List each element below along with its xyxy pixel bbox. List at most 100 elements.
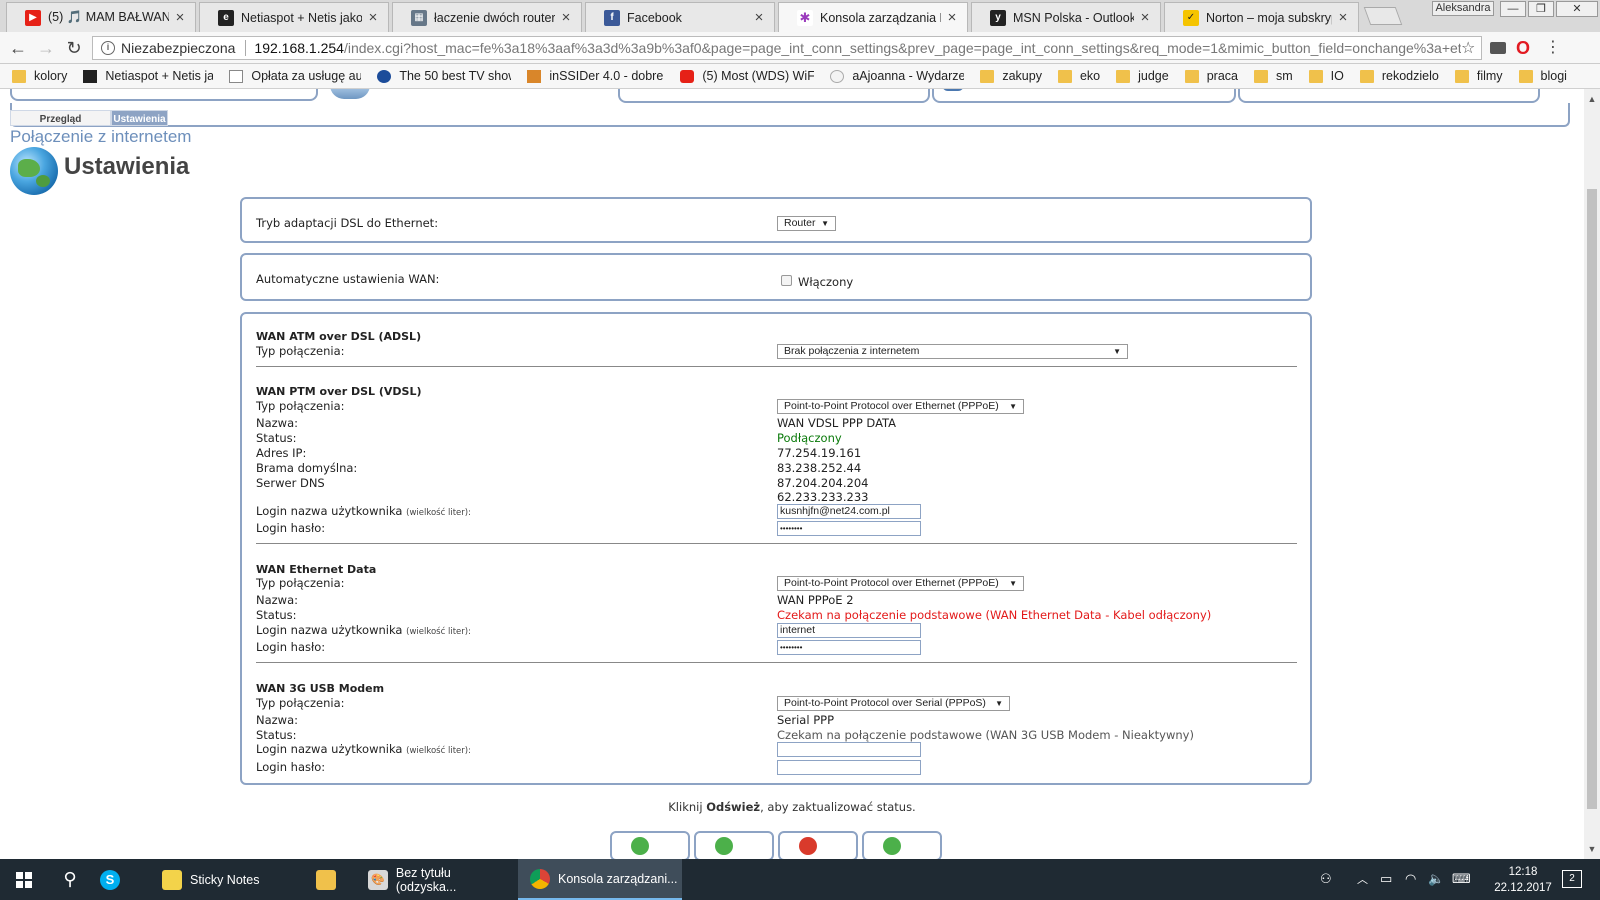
profile-button[interactable]: Aleksandra xyxy=(1432,1,1494,16)
page-icon xyxy=(229,69,244,83)
dsl-mode-select[interactable]: Router ▼ xyxy=(777,216,836,231)
scroll-down-icon[interactable]: ▼ xyxy=(1584,841,1600,857)
netia-icon xyxy=(83,69,98,83)
wifi-icon[interactable]: ◠ xyxy=(1405,871,1416,887)
people-icon[interactable]: ⚇ xyxy=(1320,871,1332,887)
nav-section-box[interactable] xyxy=(618,89,930,103)
vdsl-conn-type-select[interactable]: Point-to-Point Protocol over Ethernet (P… xyxy=(777,399,1024,414)
usb-login-input[interactable] xyxy=(777,742,921,757)
skype-button[interactable]: S xyxy=(100,859,128,900)
close-icon[interactable]: × xyxy=(1138,9,1152,26)
bookmark-blogi[interactable]: blogi xyxy=(1518,69,1567,83)
eth-status-label: Status: xyxy=(256,608,297,622)
bookmark-zakupy[interactable]: zakupy xyxy=(980,69,1042,83)
scroll-thumb[interactable] xyxy=(1587,189,1597,809)
folder-icon xyxy=(1454,69,1469,83)
bookmark-netiaspot[interactable]: Netiaspot + Netis jak xyxy=(83,69,213,83)
file-explorer-button[interactable] xyxy=(310,859,344,900)
action-button-3[interactable] xyxy=(778,831,858,859)
start-button[interactable] xyxy=(0,859,48,900)
menu-icon[interactable]: ⋮ xyxy=(1544,39,1562,57)
adsl-conn-type-select[interactable]: Brak połączenia z internetem ▼ xyxy=(777,344,1128,359)
taskbar-sticky-notes[interactable]: Sticky Notes xyxy=(150,859,300,900)
action-button-1[interactable] xyxy=(610,831,690,859)
bookmark-praca[interactable]: praca xyxy=(1184,69,1238,83)
nav-section-box[interactable] xyxy=(10,89,318,101)
bookmark-filmy[interactable]: filmy xyxy=(1454,69,1503,83)
chevron-up-icon[interactable]: ︿ xyxy=(1357,871,1368,887)
url-text[interactable]: 192.168.1.254/index.cgi?host_mac=fe%3a18… xyxy=(254,40,1461,56)
nav-section-box[interactable] xyxy=(932,89,1236,103)
vdsl-conn-type-label: Typ połączenia: xyxy=(256,399,345,413)
usb-password-input[interactable] xyxy=(777,760,921,775)
eth-password-input[interactable]: •••••••• xyxy=(777,640,921,655)
search-button[interactable]: ⚲ xyxy=(58,859,82,900)
bookmark-ajoanna[interactable]: aAjoanna - Wydarzen xyxy=(830,69,964,83)
bookmark-io[interactable]: IO xyxy=(1308,69,1344,83)
close-icon[interactable]: × xyxy=(559,9,573,26)
bookmark-eko[interactable]: eko xyxy=(1057,69,1100,83)
subnav-tabs: Przegląd Ustawienia xyxy=(10,110,168,126)
action-button-4[interactable] xyxy=(862,831,942,859)
info-icon[interactable]: i xyxy=(101,41,115,55)
eth-conn-type-select[interactable]: Point-to-Point Protocol over Ethernet (P… xyxy=(777,576,1024,591)
taskbar-chrome[interactable]: Konsola zarządzani... xyxy=(518,859,682,900)
action-button-2[interactable] xyxy=(694,831,774,859)
close-icon[interactable]: × xyxy=(366,9,380,26)
reload-button[interactable]: ↻ xyxy=(64,38,84,58)
eth-password-label: Login hasło: xyxy=(256,640,326,654)
tab-title: Norton – moja subskrypc xyxy=(1206,10,1332,25)
tab-netiaspot[interactable]: e Netiaspot + Netis jako re × xyxy=(199,2,389,32)
bookmark-tv-shows[interactable]: The 50 best TV shows xyxy=(377,69,511,83)
tab-console[interactable]: ✱ Konsola zarządzania NET × xyxy=(778,2,968,32)
tab-forum[interactable]: ▦ łaczenie dwóch routerów × xyxy=(392,2,582,32)
minimize-button[interactable]: — xyxy=(1500,1,1526,17)
forward-button[interactable]: → xyxy=(36,38,56,58)
new-tab-button[interactable] xyxy=(1363,7,1403,25)
system-clock[interactable]: 12:18 22.12.2017 xyxy=(1488,864,1558,896)
taskbar-paint[interactable]: 🎨 Bez tytułu (odzyska... xyxy=(356,859,514,900)
chrome-icon xyxy=(530,868,550,889)
facebook-icon: f xyxy=(604,9,620,26)
tab-msn[interactable]: y MSN Polska - Outlook, Sk × xyxy=(971,2,1161,32)
auto-wan-checkbox[interactable] xyxy=(781,275,792,286)
bookmark-rekodzielo[interactable]: rekodzielo xyxy=(1359,69,1439,83)
bookmark-star-icon[interactable]: ☆ xyxy=(1461,38,1481,58)
bookmark-oplata[interactable]: Opłata za usługę autc xyxy=(229,69,361,83)
notification-center-icon[interactable]: 2 xyxy=(1562,870,1582,888)
confirm-icon xyxy=(631,837,649,855)
restore-button[interactable]: ❐ xyxy=(1528,1,1554,17)
back-button[interactable]: ← xyxy=(8,38,28,58)
scroll-up-icon[interactable]: ▲ xyxy=(1584,91,1600,107)
volume-icon[interactable]: 🔈 xyxy=(1428,871,1444,887)
vdsl-login-input[interactable]: kusnhjfn@net24.com.pl xyxy=(777,504,921,519)
battery-icon[interactable]: ▭ xyxy=(1380,871,1392,887)
bookmark-kolory[interactable]: kolory xyxy=(12,69,67,83)
bookmark-sm[interactable]: sm xyxy=(1253,69,1293,83)
keyboard-icon[interactable]: ⌨ xyxy=(1452,871,1471,887)
tab-settings[interactable]: Ustawienia xyxy=(111,110,168,126)
close-icon[interactable]: × xyxy=(752,9,766,26)
tab-facebook[interactable]: f Facebook × xyxy=(585,2,775,32)
breadcrumb[interactable]: Połączenie z internetem xyxy=(10,127,191,147)
vdsl-password-input[interactable]: •••••••• xyxy=(777,521,921,536)
bookmark-wds[interactable]: (5) Most (WDS) WiFi xyxy=(680,69,814,83)
close-icon[interactable]: × xyxy=(173,9,187,26)
address-bar[interactable]: i Niezabezpieczona 192.168.1.254/index.c… xyxy=(92,36,1482,60)
page-scrollbar[interactable]: ▲ ▼ xyxy=(1584,89,1600,859)
close-window-button[interactable]: ✕ xyxy=(1556,1,1598,17)
extension-icon[interactable] xyxy=(1490,42,1506,54)
close-icon[interactable]: × xyxy=(945,9,959,26)
network-icon[interactable] xyxy=(330,89,370,99)
usb-conn-type-select[interactable]: Point-to-Point Protocol over Serial (PPP… xyxy=(777,696,1010,711)
opera-icon[interactable]: O xyxy=(1514,39,1532,57)
bookmark-inssider[interactable]: inSSIDer 4.0 - dobrep xyxy=(527,69,664,83)
close-icon[interactable]: × xyxy=(1336,9,1350,26)
tab-overview[interactable]: Przegląd xyxy=(10,110,111,126)
bookmark-judge[interactable]: judge xyxy=(1116,69,1169,83)
nav-section-box[interactable] xyxy=(1238,89,1540,103)
bookmarks-bar: kolory Netiaspot + Netis jak Opłata za u… xyxy=(0,64,1600,89)
tab-youtube[interactable]: ▶ (5) 🎵 MAM BAŁWANA | × xyxy=(6,2,196,32)
tab-norton[interactable]: ✓ Norton – moja subskrypc × xyxy=(1164,2,1359,32)
eth-login-input[interactable]: internet xyxy=(777,623,921,638)
